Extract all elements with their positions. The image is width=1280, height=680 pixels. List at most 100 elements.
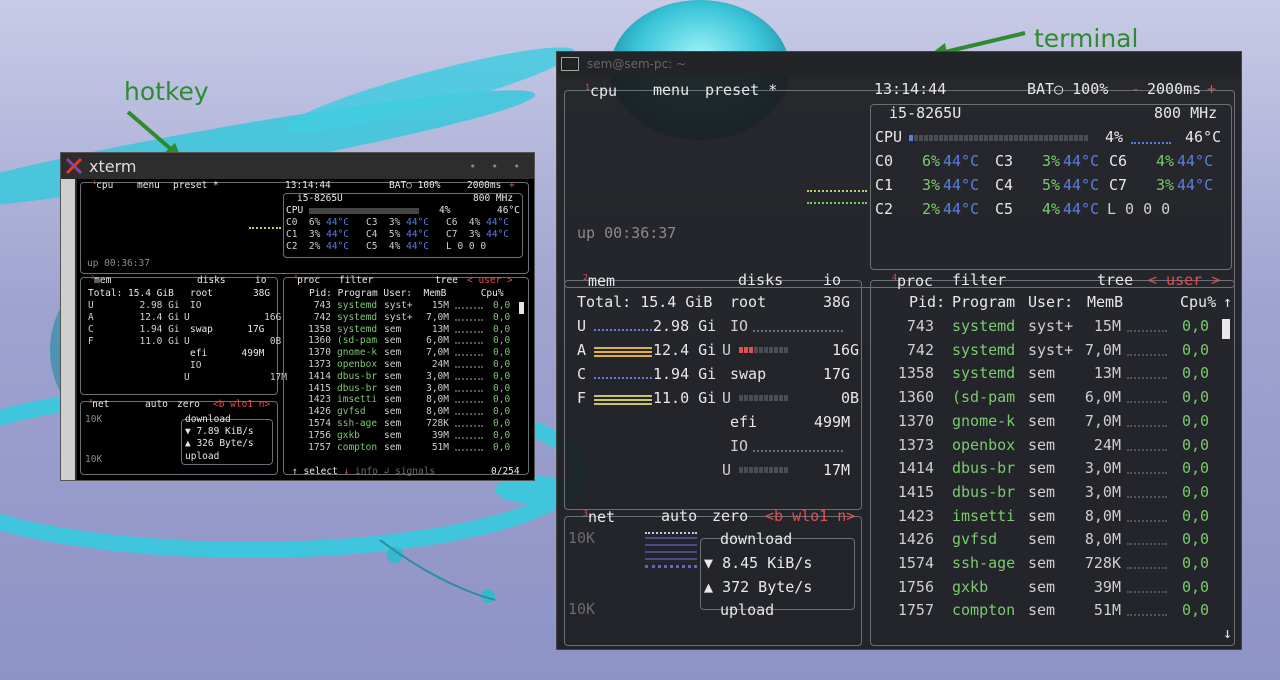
proc-mem: 7,0M: [426, 347, 449, 359]
proc-header-pid[interactable]: Pid:: [909, 295, 945, 310]
xterm-disk-root: root 38G: [190, 288, 271, 299]
xterm-net-zero[interactable]: zero: [177, 400, 200, 410]
table-row[interactable]: 742 systemd syst+ 7,0M 0,0: [287, 313, 517, 324]
table-row[interactable]: 1757 compton sem 51M 0,0: [287, 443, 517, 454]
xterm-preset-tab[interactable]: preset *: [173, 181, 219, 191]
proc-header-user[interactable]: User:: [1028, 295, 1073, 310]
download-rate: ▼ 8.45 KiB/s: [704, 554, 813, 572]
table-row[interactable]: 1414 dbus-br sem 3,0M 0,0: [287, 372, 517, 383]
xterm-core-c0: C0 6% 44°C: [286, 217, 349, 228]
xterm-mem-title[interactable]: 2mem: [91, 275, 111, 286]
proc-mem: 3,0M: [426, 370, 449, 382]
xterm-interval[interactable]: 2000ms: [467, 181, 501, 191]
xterm-net-title[interactable]: 3net: [89, 399, 109, 410]
xterm-proc-filter[interactable]: filter: [339, 276, 373, 286]
proc-user-sort[interactable]: < user >: [1148, 273, 1220, 288]
table-row[interactable]: 743 systemd syst+ 15M 0,0: [875, 319, 1215, 339]
xterm-proc-user[interactable]: < user >: [467, 276, 513, 286]
net-auto-toggle[interactable]: auto: [661, 509, 697, 524]
table-row[interactable]: 1360 (sd-pam sem 6,0M 0,0: [287, 336, 517, 347]
terminal-btop-screen: 1cpu menu preset * 13:14:44 BAT○ 100% - …: [557, 76, 1241, 649]
table-row[interactable]: 1426 gvfsd sem 8,0M 0,0: [875, 532, 1215, 552]
net-interface-selector[interactable]: <b wlo1 n>: [765, 509, 855, 524]
proc-filter[interactable]: filter: [952, 273, 1006, 288]
table-row[interactable]: 1373 openbox sem 24M 0,0: [287, 360, 517, 371]
table-row[interactable]: 742 systemd syst+ 7,0M 0,0: [875, 342, 1215, 363]
xterm-proc-tree[interactable]: tree: [435, 276, 458, 286]
table-row[interactable]: 743 systemd syst+ 15M 0,0: [287, 301, 517, 312]
table-row[interactable]: 1423 imsetti sem 8,0M 0,0: [287, 395, 517, 406]
xterm-proc-title[interactable]: 4proc: [294, 275, 320, 286]
table-row[interactable]: 1370 gnome-k sem 7,0M 0,0: [875, 411, 1215, 434]
xterm-menu-tab[interactable]: menu: [137, 181, 160, 191]
proc-header-cpu[interactable]: Cpu%: [1180, 295, 1216, 310]
proc-pid: 743: [906, 317, 934, 335]
table-row[interactable]: 1373 openbox sem 24M 0,0: [875, 437, 1215, 458]
table-row[interactable]: 1360 (sd-pam sem 6,0M 0,0: [875, 390, 1215, 410]
mem-row-value: 11.0 Gi: [653, 389, 717, 407]
table-row[interactable]: 1358 systemd sem 13M 0,0: [875, 366, 1215, 386]
mem-row-label: C: [577, 365, 587, 383]
table-row[interactable]: 1756 gxkb sem 39M 0,0: [287, 431, 517, 442]
table-row[interactable]: 1757 compton sem 51M 0,0: [875, 603, 1215, 623]
xterm-net-auto[interactable]: auto: [145, 400, 168, 410]
core-percent: 3%: [1155, 176, 1174, 194]
terminal-titlebar[interactable]: sem@sem-pc: ~: [557, 52, 1241, 76]
proc-pid: 1426: [897, 530, 934, 549]
net-zero-toggle[interactable]: zero: [712, 509, 748, 524]
terminal-app-icon: [561, 57, 579, 71]
xterm-battery: BAT○ 100%: [389, 180, 441, 191]
xterm-cpu-tab[interactable]: 1cpu: [93, 180, 113, 191]
proc-title[interactable]: 4proc: [892, 273, 933, 289]
proc-program: systemd: [952, 317, 1016, 335]
xterm-titlebar[interactable]: xterm • • •: [61, 153, 534, 179]
xterm-net-iface[interactable]: <b wlo1 n>: [213, 400, 270, 410]
table-row[interactable]: 1574 ssh-age sem 728K 0,0: [875, 556, 1215, 576]
proc-user: sem: [1028, 388, 1056, 407]
proc-mem-graph: [1127, 472, 1167, 475]
mem-title[interactable]: 2mem: [583, 273, 615, 289]
proc-scrollbar-thumb[interactable]: [1222, 319, 1230, 339]
table-row[interactable]: 1574 ssh-age sem 728K 0,0: [287, 419, 517, 430]
disk-swap-used: 0B: [841, 389, 860, 407]
table-row[interactable]: 1423 imsetti sem 8,0M 0,0: [875, 508, 1215, 529]
xterm-window[interactable]: xterm • • • 1cpu menu preset * 13:14:44 …: [60, 152, 535, 481]
xterm-core-c5: C5 4% 44°C: [366, 241, 429, 252]
proc-header-program[interactable]: Program: [952, 295, 1015, 310]
proc-user: sem: [1028, 411, 1056, 430]
core-label: C6: [1109, 152, 1128, 170]
cpu-tab[interactable]: 1cpu: [585, 83, 617, 99]
proc-scroll-down[interactable]: ↓: [1223, 626, 1232, 641]
core-temp: 44°C: [943, 176, 980, 194]
table-row[interactable]: 1414 dbus-br sem 3,0M 0,0: [875, 461, 1215, 481]
table-row[interactable]: 1415 dbus-br sem 3,0M 0,0: [875, 484, 1215, 505]
interval-minus[interactable]: -: [1131, 82, 1140, 97]
proc-header-mem[interactable]: MemB: [1087, 295, 1123, 310]
table-row[interactable]: 1426 gvfsd sem 8,0M 0,0: [287, 407, 517, 418]
xterm-window-controls[interactable]: • • •: [470, 160, 526, 173]
preset-tab[interactable]: preset *: [705, 83, 777, 98]
io-tab[interactable]: io: [823, 273, 841, 288]
proc-program: openbox: [337, 359, 378, 370]
cpu-history-graph: [807, 190, 867, 204]
table-row[interactable]: 1370 gnome-k sem 7,0M 0,0: [287, 348, 517, 359]
proc-cpu: 0,0: [493, 418, 511, 429]
update-interval[interactable]: 2000ms: [1147, 82, 1201, 97]
xterm-proc-scrollbar[interactable]: [519, 302, 524, 314]
table-row[interactable]: 1358 systemd sem 13M 0,0: [287, 325, 517, 336]
menu-tab[interactable]: menu: [653, 83, 689, 98]
xterm-cpu-pct: 4%: [439, 205, 451, 216]
proc-user: sem: [384, 323, 402, 335]
table-row[interactable]: 1756 gxkb sem 39M 0,0: [875, 579, 1215, 600]
xterm-io-tab[interactable]: io: [255, 276, 266, 286]
xterm-interval-plus[interactable]: +: [509, 181, 515, 191]
terminal-window[interactable]: sem@sem-pc: ~ 1cpu menu preset * 13:14:4…: [556, 51, 1242, 650]
net-title[interactable]: 3net: [583, 509, 615, 525]
interval-plus[interactable]: +: [1207, 82, 1216, 97]
xterm-scrollbar[interactable]: [61, 179, 75, 480]
mem-row-graph: [594, 347, 652, 357]
proc-tree-toggle[interactable]: tree: [1097, 273, 1133, 288]
xterm-cpu-freq: 800 MHz: [473, 193, 514, 204]
proc-scroll-up[interactable]: ↑: [1223, 295, 1232, 310]
table-row[interactable]: 1415 dbus-br sem 3,0M 0,0: [287, 384, 517, 395]
